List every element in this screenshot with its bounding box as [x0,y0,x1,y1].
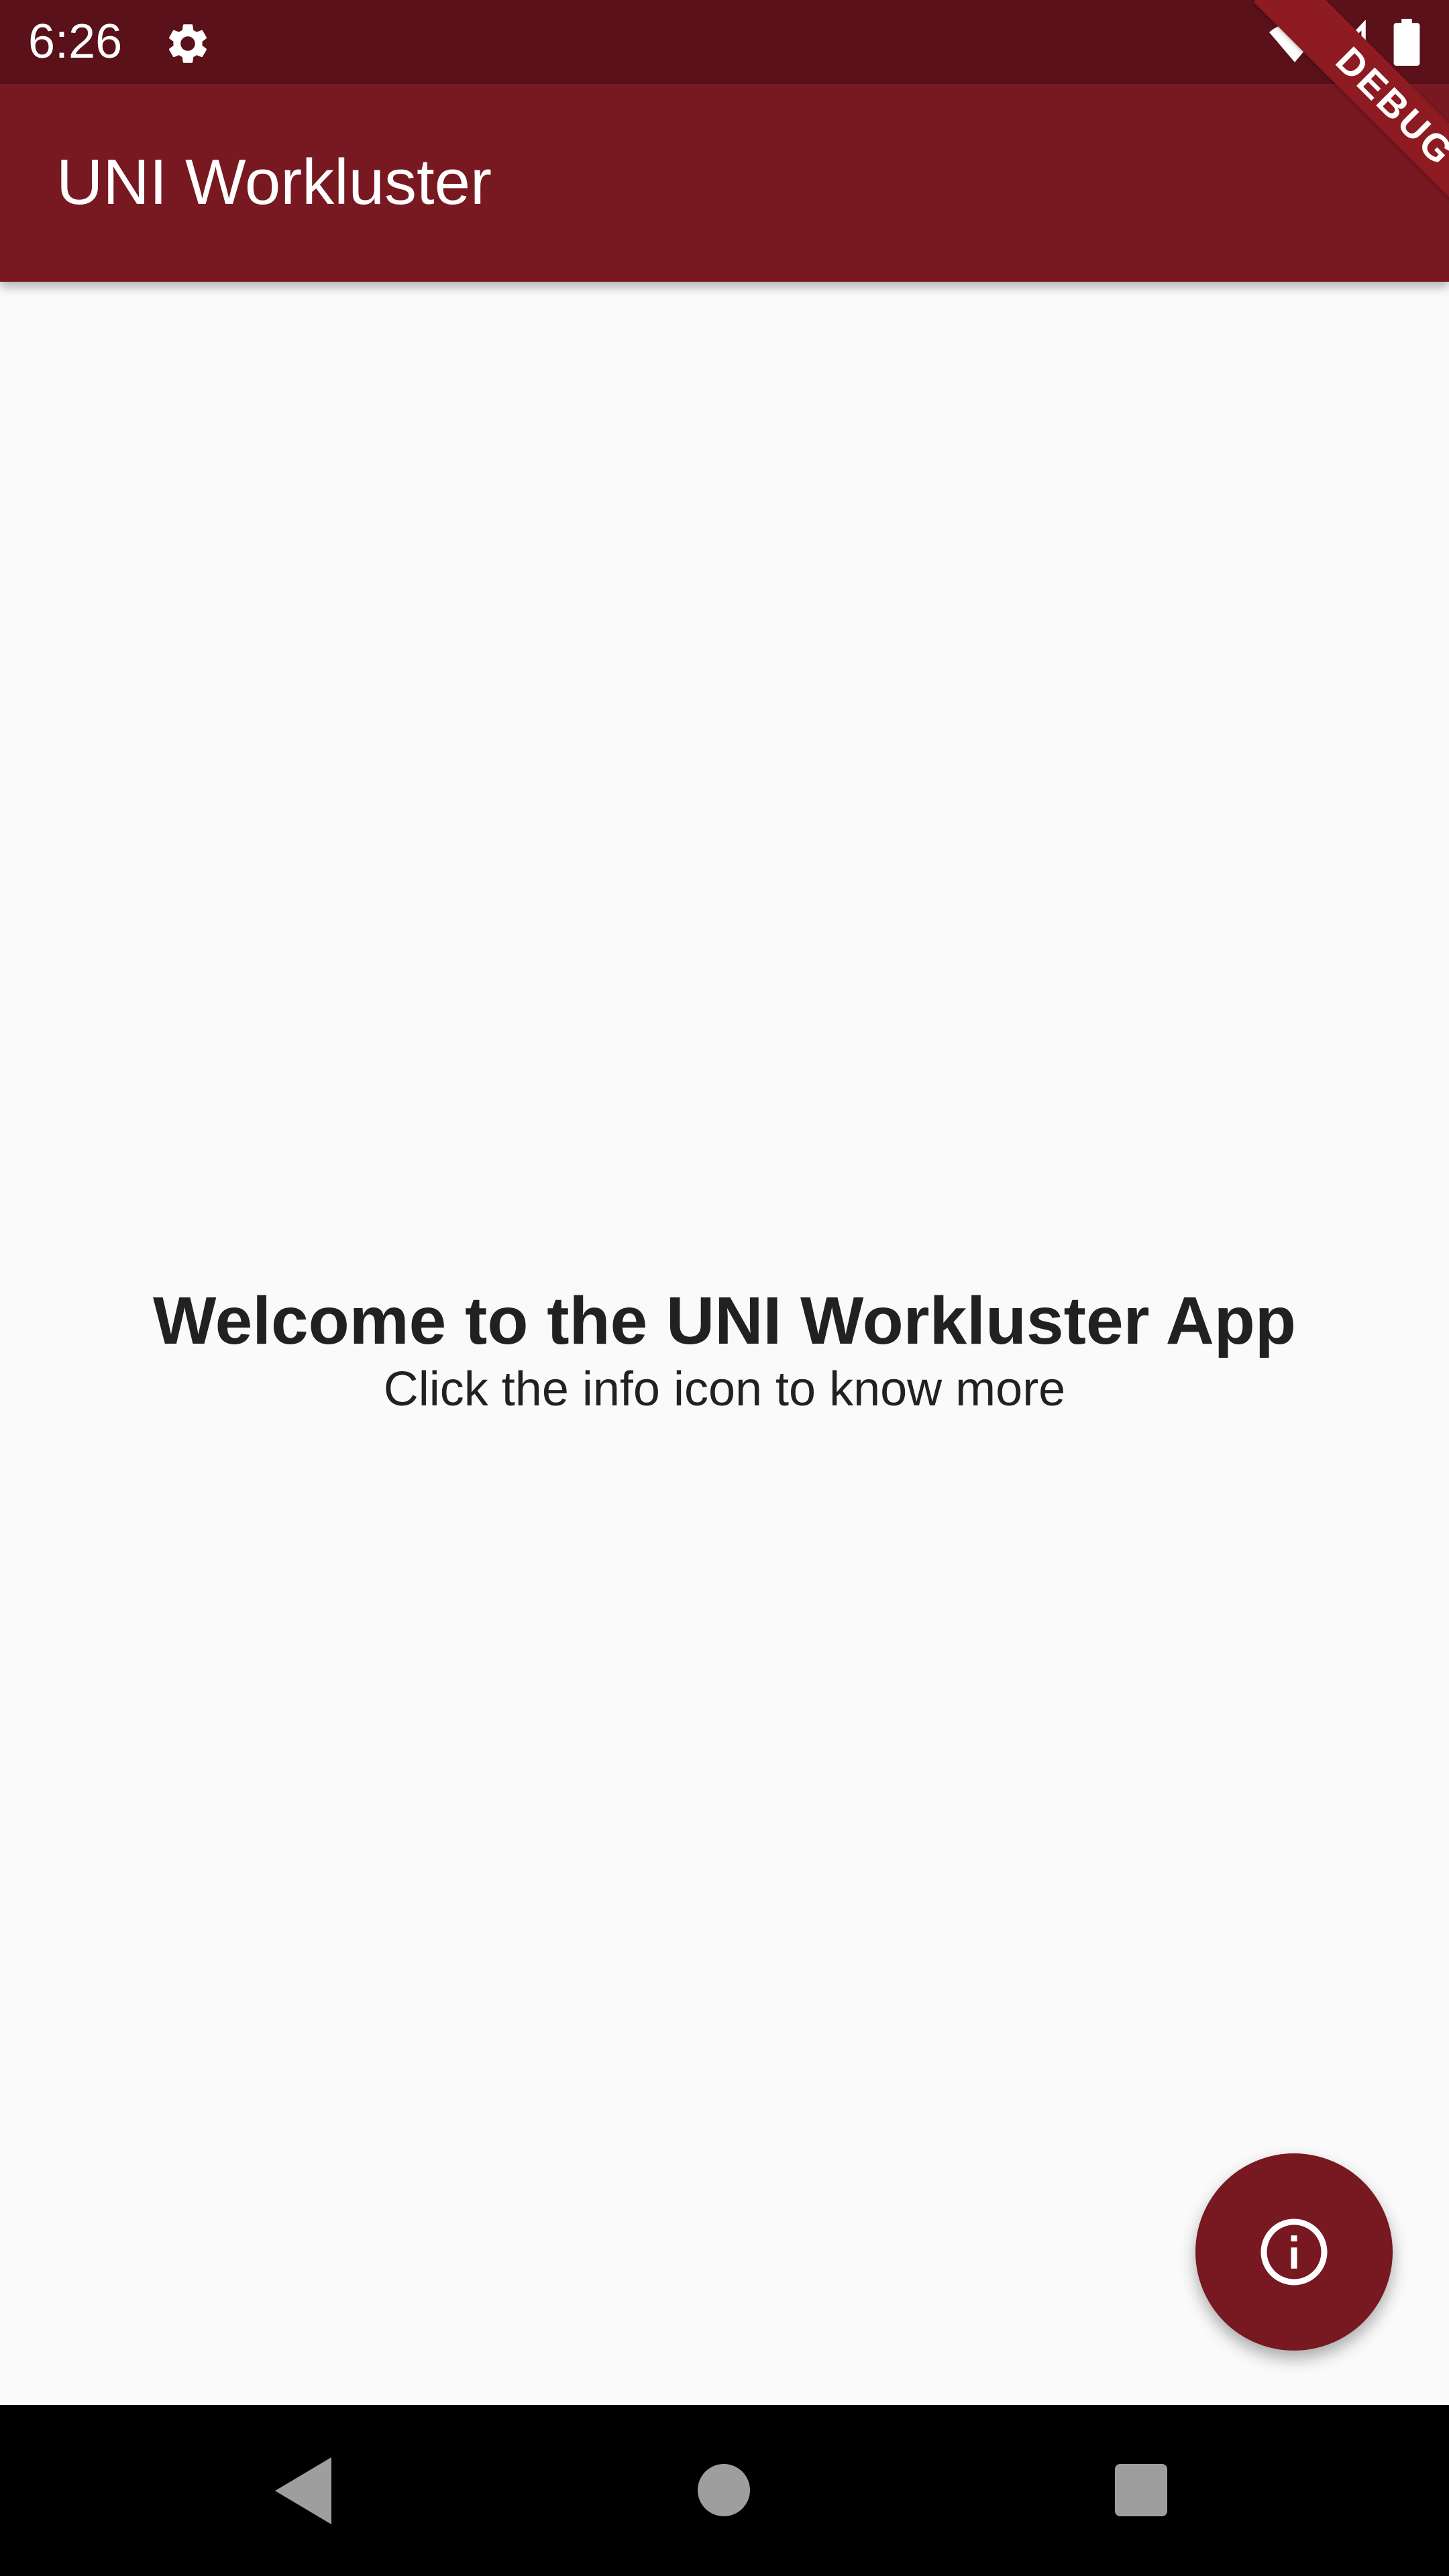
battery-icon [1393,19,1420,66]
app-bar: UNI Workluster [0,84,1449,282]
system-nav-bar [0,2405,1449,2576]
info-fab-button[interactable] [1195,2153,1393,2351]
app-screen: 6:26 UNI Workluster DEBUG Welcome to the… [0,0,1449,2576]
info-icon [1258,2216,1330,2288]
welcome-title: Welcome to the UNI Workluster App [153,1283,1296,1358]
status-bar: 6:26 [0,0,1449,84]
welcome-block: Welcome to the UNI Workluster App Click … [0,1281,1449,1418]
main-content: Welcome to the UNI Workluster App Click … [0,282,1449,2405]
welcome-subtitle: Click the info icon to know more [383,1362,1066,1416]
back-icon[interactable] [275,2457,331,2524]
app-title: UNI Workluster [56,146,492,218]
recents-icon[interactable] [1115,2464,1167,2516]
status-time: 6:26 [28,15,123,68]
settings-icon [164,19,212,68]
home-icon[interactable] [698,2464,750,2516]
